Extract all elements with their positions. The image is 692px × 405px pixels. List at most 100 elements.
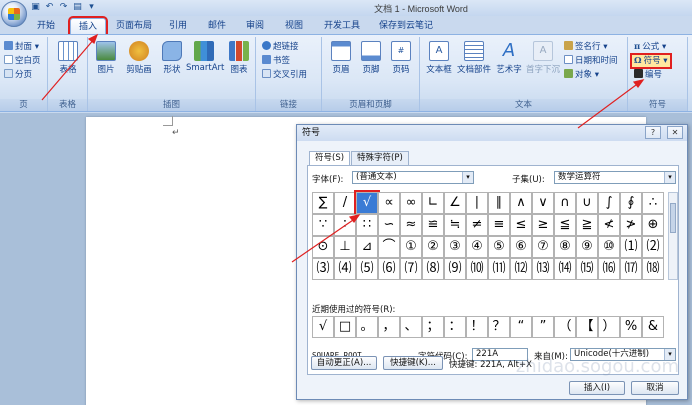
header-button[interactable]: 页眉 bbox=[328, 41, 354, 75]
recent-symbol-cell[interactable]: ？ bbox=[488, 316, 510, 338]
autocorrect-button[interactable]: 自动更正(A)... bbox=[311, 356, 377, 370]
symbol-button[interactable]: Ω 符号 ▾ bbox=[630, 53, 672, 69]
symbol-cell[interactable]: ⑸ bbox=[356, 258, 378, 280]
clipart-button[interactable]: 剪贴画 bbox=[122, 41, 156, 75]
symbol-cell[interactable]: ③ bbox=[444, 236, 466, 258]
symbol-cell[interactable]: ∮ bbox=[620, 192, 642, 214]
symbol-cell[interactable]: ⑼ bbox=[444, 258, 466, 280]
tab-review[interactable]: 审阅 bbox=[241, 18, 269, 34]
symbol-cell[interactable]: ⒁ bbox=[554, 258, 576, 280]
symbol-cell[interactable]: ∠ bbox=[444, 192, 466, 214]
symbol-cell[interactable]: ⒄ bbox=[620, 258, 642, 280]
date-time-button[interactable]: 日期和时间 bbox=[564, 55, 618, 67]
symbol-cell[interactable]: ∩ bbox=[554, 192, 576, 214]
recent-symbol-cell[interactable]: （ bbox=[554, 316, 576, 338]
quick-parts-button[interactable]: 文档部件 bbox=[456, 41, 492, 75]
font-select[interactable]: (普通文本) ▾ bbox=[352, 171, 474, 184]
tab-page-layout[interactable]: 页面布局 bbox=[112, 18, 156, 34]
symbol-cell[interactable]: ≧ bbox=[576, 214, 598, 236]
symbol-cell[interactable]: ⒂ bbox=[576, 258, 598, 280]
symbol-cell[interactable]: ∶ bbox=[334, 214, 356, 236]
symbol-grid-scrollbar[interactable] bbox=[668, 192, 678, 280]
symbol-cell[interactable]: ⒀ bbox=[532, 258, 554, 280]
symbol-cell[interactable]: ⑶ bbox=[312, 258, 334, 280]
recent-symbol-cell[interactable]: 【 bbox=[576, 316, 598, 338]
symbol-cell[interactable]: ⑨ bbox=[576, 236, 598, 258]
smartart-button[interactable]: SmartArt bbox=[186, 41, 224, 73]
tab-developer[interactable]: 开发工具 bbox=[320, 18, 364, 34]
recent-symbol-cell[interactable]: ” bbox=[532, 316, 554, 338]
tab-insert[interactable]: 插入 bbox=[68, 16, 108, 36]
symbol-cell[interactable]: ⌒ bbox=[378, 236, 400, 258]
symbol-cell[interactable]: ⑿ bbox=[510, 258, 532, 280]
tab-references[interactable]: 引用 bbox=[164, 18, 192, 34]
chart-button[interactable]: 图表 bbox=[226, 41, 252, 75]
page-break-button[interactable]: 分页 bbox=[4, 69, 32, 81]
insert-button[interactable]: 插入(I) bbox=[569, 381, 625, 395]
picture-button[interactable]: 图片 bbox=[92, 41, 120, 75]
tab-symbols[interactable]: 符号(S) bbox=[309, 151, 351, 166]
symbol-cell[interactable]: ⑴ bbox=[620, 236, 642, 258]
tab-special-characters[interactable]: 特殊字符(P) bbox=[351, 151, 409, 165]
textbox-button[interactable]: A 文本框 bbox=[424, 41, 454, 75]
object-button[interactable]: 对象 ▾ bbox=[564, 69, 599, 81]
shortcut-key-button[interactable]: 快捷键(K)... bbox=[383, 356, 443, 370]
recent-symbol-cell[interactable]: √ bbox=[312, 316, 334, 338]
symbol-cell[interactable]: ⒃ bbox=[598, 258, 620, 280]
symbol-cell[interactable]: ≡ bbox=[488, 214, 510, 236]
symbol-cell[interactable]: ≤ bbox=[510, 214, 532, 236]
recent-symbol-cell[interactable]: % bbox=[620, 316, 642, 338]
symbol-cell[interactable]: ≈ bbox=[400, 214, 422, 236]
page-number-button[interactable]: # 页码 bbox=[388, 41, 414, 75]
recent-symbol-cell[interactable]: ） bbox=[598, 316, 620, 338]
symbol-cell[interactable]: ⑷ bbox=[334, 258, 356, 280]
symbol-cell[interactable]: ≯ bbox=[620, 214, 642, 236]
symbol-cell[interactable]: ⊥ bbox=[334, 236, 356, 258]
signature-line-button[interactable]: 签名行 ▾ bbox=[564, 41, 607, 53]
symbol-cell[interactable]: ∴ bbox=[642, 192, 664, 214]
equation-button[interactable]: π 公式 ▾ bbox=[634, 41, 666, 53]
symbol-cell[interactable]: ⊕ bbox=[642, 214, 664, 236]
symbol-cell[interactable]: ∵ bbox=[312, 214, 334, 236]
recent-symbol-cell[interactable]: ： bbox=[444, 316, 466, 338]
blank-page-button[interactable]: 空白页 bbox=[4, 55, 41, 67]
recent-symbol-cell[interactable]: □ bbox=[334, 316, 356, 338]
symbol-cell[interactable]: ∽ bbox=[378, 214, 400, 236]
symbol-cell[interactable]: ① bbox=[400, 236, 422, 258]
bookmark-button[interactable]: 书签 bbox=[262, 55, 290, 67]
scrollbar-thumb[interactable] bbox=[670, 203, 676, 233]
symbol-cell[interactable]: ⑺ bbox=[400, 258, 422, 280]
tab-view[interactable]: 视图 bbox=[280, 18, 308, 34]
symbol-cell[interactable]: ≒ bbox=[444, 214, 466, 236]
subset-select[interactable]: 数学运算符 ▾ bbox=[554, 171, 676, 184]
recent-symbol-cell[interactable]: ； bbox=[422, 316, 444, 338]
symbol-cell[interactable]: ② bbox=[422, 236, 444, 258]
recent-symbol-cell[interactable]: ， bbox=[378, 316, 400, 338]
help-button[interactable]: ? bbox=[645, 126, 661, 139]
symbol-cell[interactable]: ∟ bbox=[422, 192, 444, 214]
symbol-cell[interactable]: ∥ bbox=[488, 192, 510, 214]
symbol-cell[interactable]: ∷ bbox=[356, 214, 378, 236]
numbering-button[interactable]: 编号 bbox=[634, 69, 662, 81]
symbol-cell[interactable]: ⑩ bbox=[598, 236, 620, 258]
symbol-cell[interactable]: ∣ bbox=[466, 192, 488, 214]
symbol-cell[interactable]: ∑ bbox=[312, 192, 334, 214]
recent-symbol-cell[interactable]: “ bbox=[510, 316, 532, 338]
table-button[interactable]: 表格 bbox=[54, 41, 82, 75]
symbol-cell[interactable]: ⊙ bbox=[312, 236, 334, 258]
symbol-cell[interactable]: ≌ bbox=[422, 214, 444, 236]
symbol-cell[interactable]: ∞ bbox=[400, 192, 422, 214]
symbol-cell[interactable]: ⑹ bbox=[378, 258, 400, 280]
footer-button[interactable]: 页脚 bbox=[358, 41, 384, 75]
symbol-cell[interactable]: ④ bbox=[466, 236, 488, 258]
symbol-cell[interactable]: / bbox=[334, 192, 356, 214]
symbol-cell[interactable]: ≮ bbox=[598, 214, 620, 236]
symbol-cell[interactable]: ⊿ bbox=[356, 236, 378, 258]
symbol-cell[interactable]: ≥ bbox=[532, 214, 554, 236]
symbol-cell[interactable]: ∧ bbox=[510, 192, 532, 214]
symbol-cell[interactable]: ⑾ bbox=[488, 258, 510, 280]
symbol-cell[interactable]: ∪ bbox=[576, 192, 598, 214]
symbol-cell[interactable]: ∝ bbox=[378, 192, 400, 214]
symbol-cell[interactable]: ⑦ bbox=[532, 236, 554, 258]
symbol-cell[interactable]: ⑻ bbox=[422, 258, 444, 280]
